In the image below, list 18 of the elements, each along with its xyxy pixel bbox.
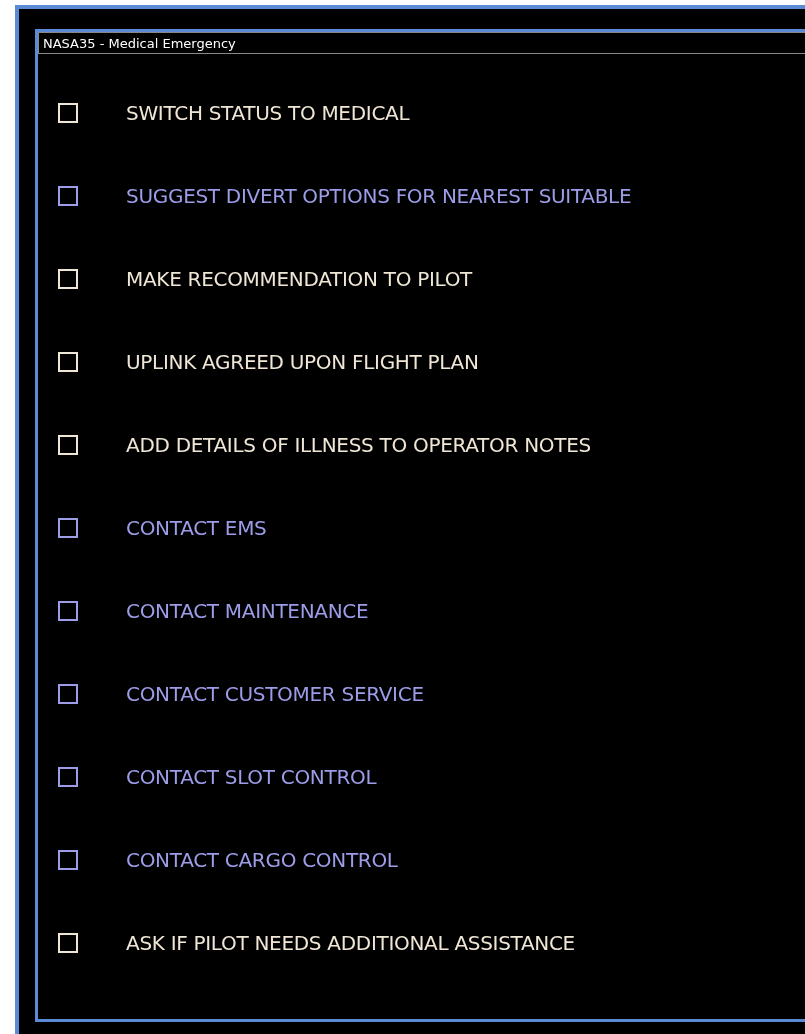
checklist-item-label: ASK IF PILOT NEEDS ADDITIONAL ASSISTANCE [126, 930, 575, 955]
checkbox[interactable] [58, 600, 78, 621]
checkbox[interactable] [58, 849, 78, 870]
checklist-item-label: ADD DETAILS OF ILLNESS TO OPERATOR NOTES [126, 432, 591, 457]
checklist-item-label: UPLINK AGREED UPON FLIGHT PLAN [126, 349, 479, 374]
checklist-item-label: CONTACT SLOT CONTROL [126, 764, 377, 789]
checklist-item-label: SWITCH STATUS TO MEDICAL [126, 100, 410, 125]
checklist-item-label: CONTACT EMS [126, 515, 267, 540]
checkbox[interactable] [58, 683, 78, 704]
checkbox[interactable] [58, 766, 78, 787]
checklist-item-label: SUGGEST DIVERT OPTIONS FOR NEAREST SUITABLE [126, 183, 632, 208]
checkbox[interactable] [58, 185, 78, 206]
checkbox[interactable] [58, 517, 78, 538]
checklist-item-label: CONTACT CUSTOMER SERVICE [126, 681, 424, 706]
checklist-item-label: MAKE RECOMMENDATION TO PILOT [126, 266, 472, 291]
checklist-item-label: CONTACT CARGO CONTROL [126, 847, 398, 872]
window-title: NASA35 - Medical Emergency [38, 32, 805, 54]
checklist-item-label: CONTACT MAINTENANCE [126, 598, 369, 623]
